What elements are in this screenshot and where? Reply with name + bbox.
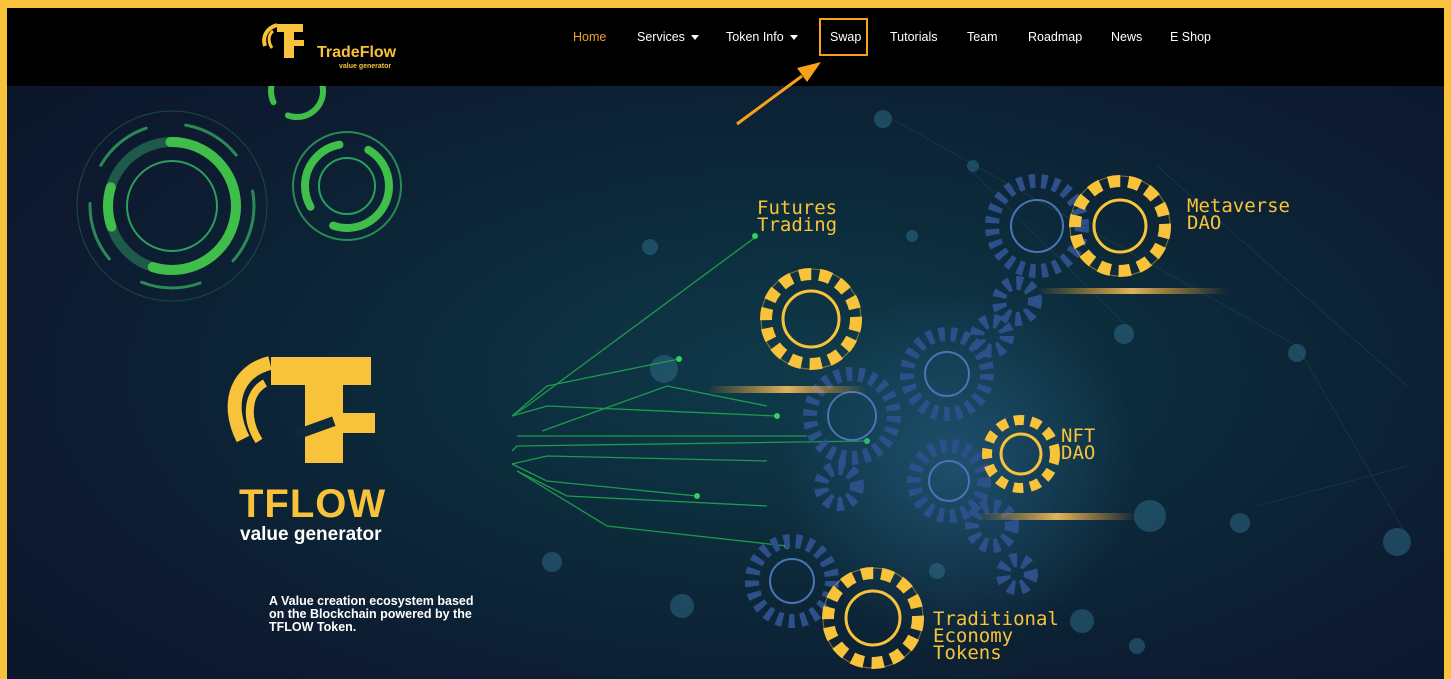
hero-description: A Value creation ecosystem based on the … [269, 594, 474, 634]
gear-label-nft: NFT DAO [1061, 425, 1096, 464]
hero-title: TFLOW [239, 482, 387, 526]
nav-home[interactable]: Home [573, 30, 606, 44]
nav-token-info-label: Token Info [726, 30, 784, 44]
tflow-logo-icon [227, 356, 375, 463]
top-navbar: TradeFlow value generator Home Services … [7, 8, 1444, 86]
brand-name: TradeFlow [317, 44, 397, 61]
nav-team[interactable]: Team [967, 30, 998, 44]
tf-logo-icon [262, 23, 304, 58]
nav-token-info[interactable]: Token Info [726, 30, 798, 44]
caret-down-icon [690, 35, 699, 41]
gear-label-metaverse: Metaverse DAO [1187, 195, 1290, 234]
gear-label-traditional: Traditional Economy Tokens [933, 608, 1059, 664]
nav-tutorials[interactable]: Tutorials [890, 30, 937, 44]
brand-logo[interactable]: TradeFlow value generator [259, 20, 429, 70]
nav-news[interactable]: News [1111, 30, 1142, 44]
hero-illustration [76, 86, 1411, 669]
caret-down-icon [789, 35, 798, 41]
nav-services[interactable]: Services [637, 30, 699, 44]
brand-tagline: value generator [339, 63, 392, 70]
nav-roadmap[interactable]: Roadmap [1028, 30, 1082, 44]
page-frame: TradeFlow value generator Home Services … [7, 8, 1444, 679]
swap-highlight-box [819, 18, 868, 56]
gear-label-futures: Futures Trading [757, 197, 838, 236]
hero-subtitle: value generator [240, 524, 382, 545]
nav-eshop[interactable]: E Shop [1170, 30, 1211, 44]
nav-services-label: Services [637, 30, 685, 44]
